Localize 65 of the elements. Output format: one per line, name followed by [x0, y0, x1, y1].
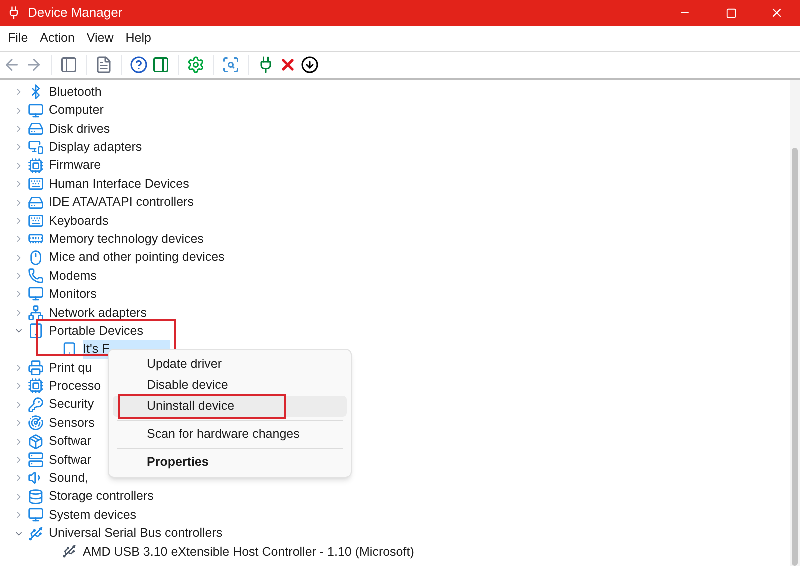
menu-item[interactable]: Properties — [113, 452, 347, 473]
chip-icon — [28, 378, 44, 394]
tree-item[interactable]: AMD USB 3.10 eXtensible Host Controller - 1.10 (Microsoft) — [83, 542, 414, 562]
tablet-icon — [62, 342, 77, 358]
close-icon — [770, 6, 784, 20]
usb-icon — [62, 544, 77, 560]
server-icon — [28, 452, 44, 468]
sensor-icon — [28, 415, 44, 432]
keyboard-icon — [28, 212, 44, 229]
tree-item[interactable]: IDE ATA/ATAPI controllers — [48, 193, 195, 212]
menu-item[interactable]: Action — [34, 29, 81, 48]
tree-item[interactable]: Network adapters — [48, 304, 148, 322]
key-icon — [28, 396, 44, 413]
monitor-icon — [28, 102, 44, 119]
drive-icon — [28, 120, 44, 137]
tablet-icon — [28, 323, 44, 340]
forward-icon[interactable] — [25, 56, 43, 74]
app-icon — [7, 6, 21, 20]
tree-item[interactable]: Security — [48, 395, 96, 414]
tree-item[interactable]: Print qu — [48, 358, 94, 378]
tree-item[interactable]: Memory technology devices — [48, 230, 205, 249]
menu-item[interactable]: File — [2, 29, 34, 48]
tree-item[interactable]: Computer — [48, 101, 105, 120]
help-icon[interactable] — [130, 56, 148, 74]
monitor-icon — [28, 507, 44, 524]
keyboard-icon — [28, 176, 44, 192]
tree-item[interactable]: Processo — [48, 377, 102, 396]
tree-item[interactable]: Display adapters — [48, 138, 144, 157]
scrollbar[interactable] — [790, 80, 800, 566]
monitor-icon — [28, 286, 44, 302]
tree-item[interactable]: Sound, — [48, 469, 90, 488]
package-icon — [28, 434, 44, 450]
menu-item[interactable]: Uninstall device — [113, 396, 347, 417]
display-icon — [28, 139, 44, 156]
tree-item[interactable]: System devices — [48, 506, 138, 525]
tree-item[interactable]: Monitors — [48, 285, 98, 304]
database-icon — [28, 488, 44, 505]
tree-item[interactable]: Disk drives — [48, 120, 112, 138]
tree-item[interactable]: Sensors — [48, 414, 96, 433]
chip-icon — [28, 158, 44, 174]
usb-icon — [28, 526, 44, 542]
menu-item[interactable]: Help — [120, 29, 158, 48]
menu-item[interactable]: View — [80, 29, 120, 48]
network-icon — [28, 304, 44, 321]
phone-icon — [28, 268, 44, 284]
tree-item[interactable]: Universal Serial Bus controllers — [48, 524, 224, 543]
tree-item[interactable]: Softwar — [48, 450, 92, 470]
tree-item[interactable]: Portable Devices — [48, 322, 144, 341]
tree-item[interactable]: Storage controllers — [48, 487, 155, 506]
drive-icon — [28, 194, 44, 211]
tree-item[interactable]: Modems — [48, 266, 98, 286]
maximize-icon — [726, 8, 736, 18]
tree-item[interactable]: Human Interface Devices — [48, 174, 190, 194]
tree-item[interactable]: Bluetooth — [48, 82, 103, 102]
window-title: Device Manager — [28, 4, 123, 22]
mouse-icon — [28, 250, 44, 266]
menu-item[interactable]: Disable device — [113, 375, 347, 396]
tree-item[interactable]: Firmware — [48, 156, 102, 176]
tree-item[interactable]: Keyboards — [48, 212, 110, 230]
tree-item[interactable]: Mice and other pointing devices — [48, 248, 226, 268]
menu-item[interactable]: Update driver — [113, 354, 347, 375]
menu-item[interactable]: Scan for hardware changes — [113, 424, 347, 445]
printer-icon — [28, 360, 44, 376]
tree-item[interactable]: Softwar — [48, 432, 92, 451]
back-icon[interactable] — [3, 56, 21, 74]
